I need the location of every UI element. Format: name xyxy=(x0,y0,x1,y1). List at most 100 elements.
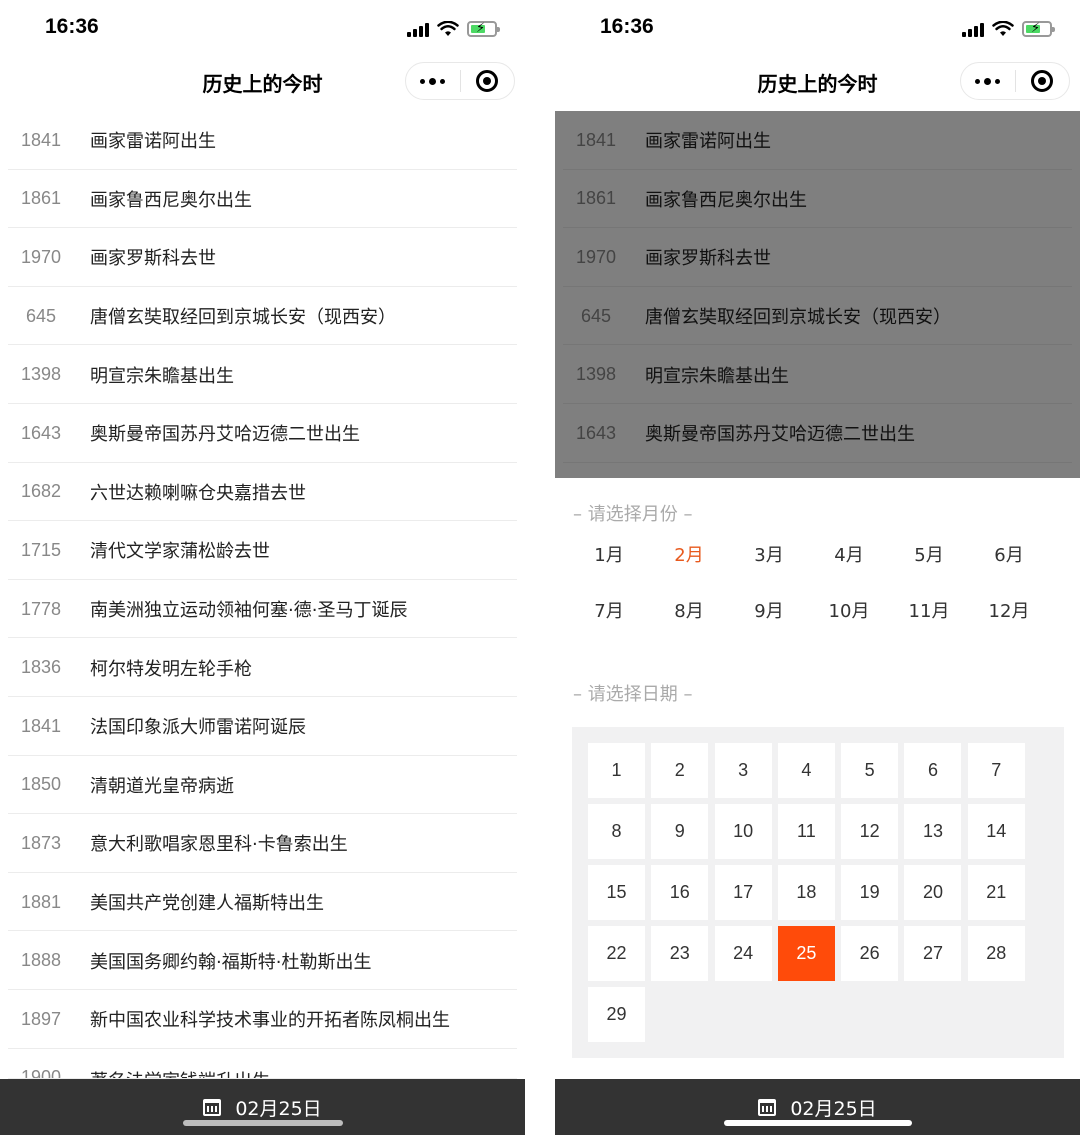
day-option[interactable]: 12 xyxy=(841,804,899,859)
month-option[interactable]: 12月 xyxy=(969,596,1049,628)
calendar-icon xyxy=(203,1098,222,1116)
day-option[interactable]: 16 xyxy=(651,865,709,920)
day-option-selected[interactable]: 25 xyxy=(777,926,835,981)
list-item[interactable]: 1861 画家鲁西尼奥尔出生 xyxy=(0,170,525,229)
list-item[interactable]: 1836 柯尔特发明左轮手枪 xyxy=(0,638,525,697)
list-item[interactable]: 1888 美国国务卿约翰·福斯特·杜勒斯出生 xyxy=(0,931,525,990)
home-indicator xyxy=(182,1120,343,1126)
month-option[interactable]: 11月 xyxy=(889,596,969,628)
list-item[interactable]: 1398 明宣宗朱瞻基出生 xyxy=(0,345,525,404)
list-item[interactable]: 1881 美国共产党创建人福斯特出生 xyxy=(0,873,525,932)
day-option[interactable]: 2 xyxy=(651,743,709,798)
wifi-icon xyxy=(992,21,1014,36)
day-option[interactable]: 27 xyxy=(904,926,962,981)
day-option[interactable]: 1 xyxy=(588,743,645,798)
close-miniprogram-button[interactable] xyxy=(461,63,515,99)
list-item[interactable]: 1841 法国印象派大师雷诺阿诞辰 xyxy=(0,697,525,756)
list-item[interactable]: 1850 清朝道光皇帝病逝 xyxy=(0,756,525,815)
list-item[interactable]: 1643 奥斯曼帝国苏丹艾哈迈德二世出生 xyxy=(0,404,525,463)
day-option[interactable]: 26 xyxy=(841,926,899,981)
day-grid-panel: 1 2 3 4 5 6 7 8 9 10 11 12 13 14 15 16 1 xyxy=(572,727,1064,1058)
day-option[interactable]: 13 xyxy=(904,804,962,859)
list-item[interactable]: 1682 六世达赖喇嘛仓央嘉措去世 xyxy=(0,463,525,522)
event-text: 明宣宗朱瞻基出生 xyxy=(90,365,234,387)
month-option-selected[interactable]: 2月 xyxy=(649,540,729,572)
history-list-screen: 16:36 ⚡ 历史上的今时 1841 画家雷诺阿出生 1861 画家鲁西尼奥尔出生… xyxy=(0,0,525,1135)
day-option[interactable]: 9 xyxy=(651,804,709,859)
signal-icon xyxy=(962,21,984,37)
day-option[interactable]: 22 xyxy=(588,926,645,981)
day-option[interactable]: 20 xyxy=(904,865,962,920)
date-picker-bar[interactable]: 02月25日 xyxy=(555,1079,1080,1135)
event-year: 1850 xyxy=(20,774,62,795)
event-year: 1715 xyxy=(20,539,62,560)
event-year: 1643 xyxy=(20,422,62,443)
month-option[interactable]: 4月 xyxy=(809,540,889,572)
day-option[interactable]: 21 xyxy=(967,865,1025,920)
list-item[interactable]: 645 唐僧玄奘取经回到京城长安（现西安） xyxy=(0,287,525,346)
event-text: 清代文学家蒲松龄去世 xyxy=(90,541,270,563)
event-year: 645 xyxy=(25,305,57,326)
list-item[interactable]: 1970 画家罗斯科去世 xyxy=(0,228,525,287)
close-miniprogram-button[interactable] xyxy=(1016,63,1070,99)
month-option[interactable]: 10月 xyxy=(809,596,889,628)
day-option[interactable]: 8 xyxy=(588,804,645,859)
day-option[interactable]: 17 xyxy=(714,865,772,920)
nav-bar: 历史上的今时 xyxy=(555,56,1080,108)
date-picker-panel: – 请选择月份 – 1月 2月 3月 4月 5月 6月 7月 8月 9月 10月… xyxy=(555,478,1080,1079)
day-option[interactable]: 11 xyxy=(777,804,835,859)
day-option[interactable]: 23 xyxy=(651,926,709,981)
event-text: 著名法学家钱端升出生 xyxy=(90,1067,270,1079)
more-button[interactable] xyxy=(961,63,1015,99)
month-section-label: – 请选择月份 – xyxy=(573,504,693,525)
month-option[interactable]: 3月 xyxy=(729,540,809,572)
day-option[interactable]: 28 xyxy=(967,926,1025,981)
day-option[interactable]: 10 xyxy=(714,804,772,859)
month-option[interactable]: 5月 xyxy=(889,540,969,572)
selected-date: 02月25日 xyxy=(235,1097,322,1120)
event-text: 柯尔特发明左轮手枪 xyxy=(90,658,252,680)
day-option[interactable]: 5 xyxy=(841,743,899,798)
day-option[interactable]: 3 xyxy=(714,743,772,798)
event-year: 1398 xyxy=(20,364,62,385)
event-year: 1873 xyxy=(20,832,62,853)
day-option[interactable]: 29 xyxy=(588,987,645,1042)
miniprogram-capsule xyxy=(960,62,1070,100)
month-option[interactable]: 6月 xyxy=(969,540,1049,572)
month-option[interactable]: 1月 xyxy=(569,540,649,572)
day-option[interactable]: 14 xyxy=(967,804,1025,859)
day-option[interactable]: 18 xyxy=(777,865,835,920)
modal-backdrop[interactable] xyxy=(555,111,1080,478)
more-icon xyxy=(975,77,1001,85)
event-year: 1881 xyxy=(20,891,62,912)
date-picker-bar[interactable]: 02月25日 xyxy=(0,1079,525,1135)
more-icon xyxy=(420,77,446,85)
list-item[interactable]: 1900 著名法学家钱端升出生 xyxy=(0,1049,525,1079)
event-year: 1861 xyxy=(20,188,62,209)
more-button[interactable] xyxy=(406,63,460,99)
event-year: 1841 xyxy=(20,129,62,150)
event-text: 南美洲独立运动领袖何塞·德·圣马丁诞辰 xyxy=(90,600,408,622)
target-icon xyxy=(476,70,499,92)
month-option[interactable]: 8月 xyxy=(649,596,729,628)
month-option[interactable]: 7月 xyxy=(569,596,649,628)
day-option[interactable]: 24 xyxy=(714,926,772,981)
status-bar: 16:36 ⚡ xyxy=(555,0,1080,56)
calendar-icon xyxy=(758,1098,777,1116)
list-item[interactable]: 1841 画家雷诺阿出生 xyxy=(0,111,525,170)
list-item[interactable]: 1778 南美洲独立运动领袖何塞·德·圣马丁诞辰 xyxy=(0,580,525,639)
status-time: 16:36 xyxy=(600,15,654,38)
list-item[interactable]: 1897 新中国农业科学技术事业的开拓者陈凤桐出生 xyxy=(0,990,525,1049)
event-text: 唐僧玄奘取经回到京城长安（现西安） xyxy=(90,307,396,329)
list-item[interactable]: 1715 清代文学家蒲松龄去世 xyxy=(0,521,525,580)
day-option[interactable]: 4 xyxy=(777,743,835,798)
day-option[interactable]: 15 xyxy=(588,865,645,920)
month-option[interactable]: 9月 xyxy=(729,596,809,628)
day-option[interactable]: 19 xyxy=(841,865,899,920)
target-icon xyxy=(1031,70,1054,92)
battery-icon: ⚡ xyxy=(1022,21,1055,37)
day-option[interactable]: 7 xyxy=(967,743,1025,798)
nav-bar: 历史上的今时 xyxy=(0,56,525,108)
day-option[interactable]: 6 xyxy=(904,743,962,798)
list-item[interactable]: 1873 意大利歌唱家恩里科·卡鲁索出生 xyxy=(0,814,525,873)
